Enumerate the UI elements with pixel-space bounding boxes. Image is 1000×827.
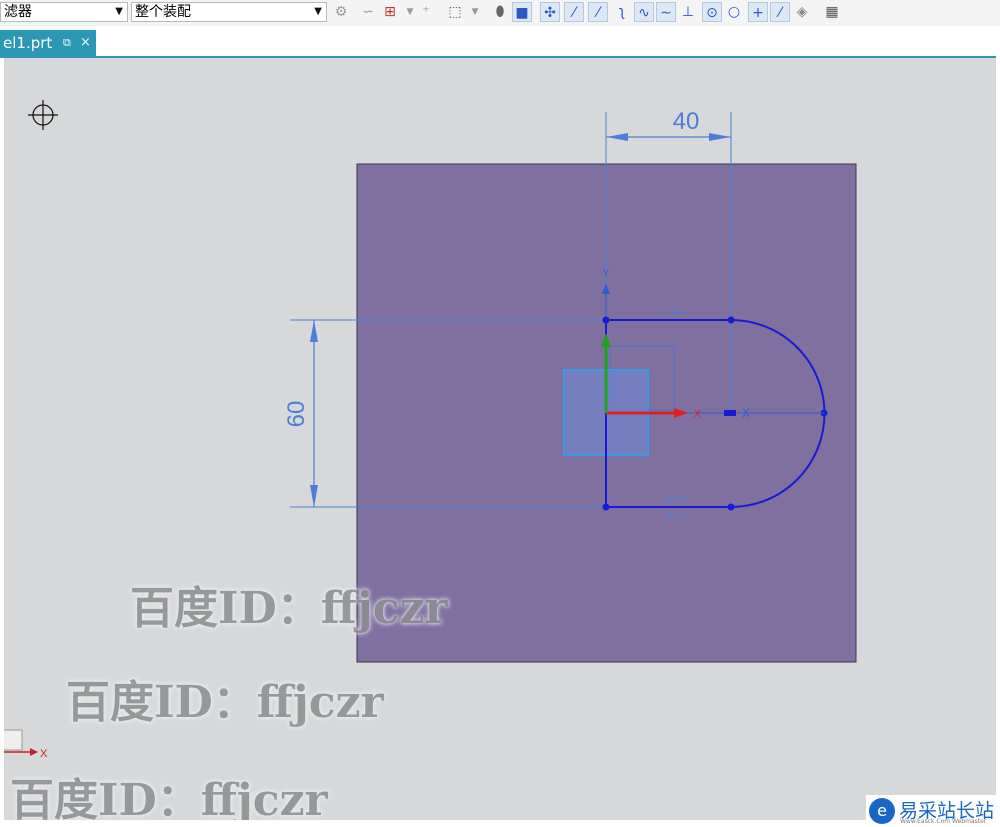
snap-filter-icon[interactable]: ∽ [358,2,378,22]
snap-point-icon[interactable]: ✣ [540,2,560,22]
existing-point-icon[interactable]: + [748,2,768,22]
dimension-60-label: 60 [283,401,310,428]
quadrant-icon[interactable]: ○ [724,2,744,22]
type-filter-value: 滤器 [4,4,32,20]
selection-toolbar: 滤器 ▼ 整个装配 ▼ ⚙ ∽ ⊞ ▼ ⁺ ⬚ ▼ ⬮ ■ ✣ ⁄ ⁄ ʅ ∿ … [0,0,1000,27]
spline-icon[interactable]: ∼ [656,2,676,22]
arc-center-icon[interactable]: ⊙ [702,2,722,22]
x-axis-label: X [742,406,750,420]
point-on-curve-icon[interactable]: ⁄ [770,2,790,22]
selection-scope-dropdown[interactable]: 整个装配 ▼ [131,2,327,22]
chevron-down-icon[interactable]: ▼ [465,2,485,22]
add-point-icon[interactable]: ⊞ [380,2,400,22]
grid-icon[interactable]: ▦ [822,2,842,22]
rectangle-select-icon[interactable]: ⬚ [445,2,465,22]
point-on-face-icon[interactable]: ◈ [792,2,812,22]
dimension-40-label: 40 [673,108,700,135]
window-bottom-edge [0,820,1000,827]
perpendicular-icon[interactable]: ⊥ [678,2,698,22]
view-triad: X [4,729,48,760]
chevron-down-icon: ▼ [314,6,322,17]
tab-filename: el1.prt [3,34,53,52]
watermark-text: 百度ID：ffjczr [66,677,384,728]
close-icon[interactable]: × [80,30,91,56]
triad-x-label: X [694,409,701,420]
dimension-vertical[interactable]: 60 [283,320,318,507]
crosshair-icon [28,100,58,130]
watermark-text: 百度ID：ffjczr [10,775,328,820]
selection-scope-value: 整个装配 [135,4,191,20]
watermark-text: 百度ID：ffjczr [130,583,448,634]
popout-icon[interactable]: ⧉ [63,30,71,56]
intersection-icon[interactable]: ∿ [634,2,654,22]
curve-icon[interactable]: ʅ [612,2,632,22]
graphics-window[interactable]: 40 60 Y X X X 百度ID：ffjczr 百度ID：ffjczr 百度… [4,58,996,820]
type-filter-dropdown[interactable]: 滤器 ▼ [0,2,128,22]
body-filter-icon[interactable]: ⬮ [490,2,510,22]
y-axis-label: Y [603,268,610,279]
general-selection-icon[interactable]: ⚙ [331,2,351,22]
tab-model-file[interactable]: el1.prt ⧉ × [0,30,96,56]
site-logo-icon: e [869,798,895,824]
window-right-edge [996,26,1000,827]
site-badge: e 易采站长站 Www.Easck.Com Webmaster [866,795,1000,827]
solid-icon[interactable]: ■ [512,2,532,22]
crosshair-icon[interactable]: ⁺ [416,2,436,22]
chevron-down-icon: ▼ [115,6,123,17]
view-triad-x-label: X [40,748,48,760]
document-tab-bar: el1.prt ⧉ × [0,26,1000,58]
site-subtitle: Www.Easck.Com Webmaster [900,818,987,825]
endpoint-icon[interactable]: ⁄ [564,2,584,22]
dimension-horizontal[interactable]: 40 [606,108,731,141]
midpoint-icon[interactable]: ⁄ [588,2,608,22]
